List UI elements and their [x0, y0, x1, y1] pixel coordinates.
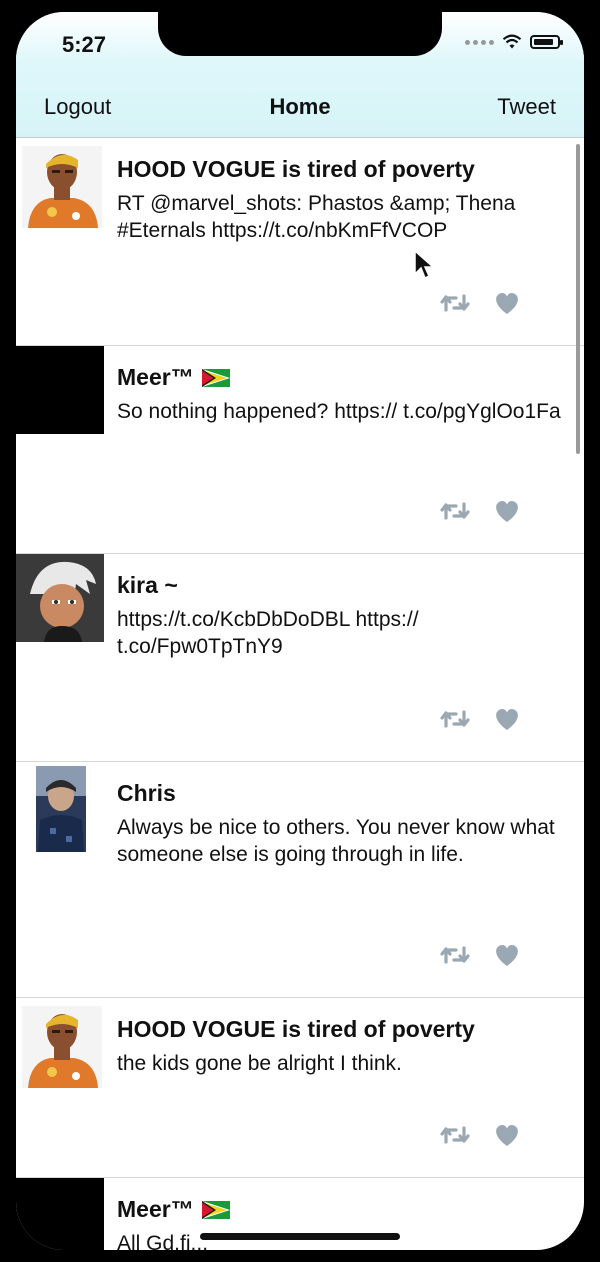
tweet-author-name: Meer™	[117, 364, 230, 391]
guyana-flag-icon	[201, 1200, 230, 1219]
tweet-text: Always be nice to others. You never know…	[117, 816, 555, 866]
cartoon-avatar-icon[interactable]	[22, 146, 102, 228]
retweet-icon[interactable]	[440, 1122, 470, 1148]
tweet-text: So nothing happened? https:// t.co/pgYgl…	[117, 400, 561, 423]
tweet-actions	[440, 1122, 522, 1148]
tweet-text: the kids gone be alright I think.	[117, 1052, 402, 1075]
tweet-author-name: Chris	[117, 780, 176, 806]
guyana-flag-icon	[201, 368, 230, 387]
status-icons	[465, 34, 563, 50]
tweet-cell[interactable]: kira ~ https://t.co/KcbDbDoDBL https:// …	[16, 554, 584, 762]
phone-frame: 5:27 Logout Home Tweet HOOD VOGUE is tir…	[0, 0, 600, 1262]
tweet-actions	[440, 498, 522, 524]
wifi-icon	[502, 34, 522, 49]
tweet-text: RT @marvel_shots: Phastos &amp; Thena #E…	[117, 192, 516, 242]
retweet-icon[interactable]	[440, 498, 470, 524]
retweet-icon[interactable]	[440, 290, 470, 316]
battery-icon	[530, 35, 563, 49]
tweet-button[interactable]: Tweet	[497, 94, 556, 120]
tweet-cell[interactable]: Chris Always be nice to others. You neve…	[16, 762, 584, 998]
retweet-icon[interactable]	[440, 942, 470, 968]
black-square-avatar-icon[interactable]	[16, 346, 104, 434]
screen: 5:27 Logout Home Tweet HOOD VOGUE is tir…	[16, 12, 584, 1250]
notch	[158, 12, 442, 56]
tweet-feed[interactable]: HOOD VOGUE is tired of poverty RT @marve…	[16, 138, 584, 1250]
tweet-actions	[440, 706, 522, 732]
tweet-author-name: HOOD VOGUE is tired of poverty	[117, 1016, 475, 1042]
status-time: 5:27	[62, 32, 107, 57]
cartoon-ghost-avatar-icon[interactable]	[16, 554, 104, 642]
tweet-cell[interactable]: Meer™ So nothing happened? https:// t.co…	[16, 346, 584, 554]
photo-avatar-icon[interactable]	[36, 766, 86, 852]
signal-icon	[465, 39, 494, 45]
heart-icon[interactable]	[492, 942, 522, 968]
heart-icon[interactable]	[492, 706, 522, 732]
mouse-cursor-icon	[414, 250, 434, 280]
tweet-author-name: kira ~	[117, 572, 178, 598]
scrollbar[interactable]	[576, 144, 580, 454]
heart-icon[interactable]	[492, 290, 522, 316]
cartoon-avatar-icon[interactable]	[22, 1006, 102, 1088]
tweet-author-name: Meer™	[117, 1196, 230, 1223]
heart-icon[interactable]	[492, 1122, 522, 1148]
battery-fill	[534, 39, 553, 45]
tweet-cell[interactable]: HOOD VOGUE is tired of poverty the kids …	[16, 998, 584, 1178]
home-indicator[interactable]	[200, 1233, 400, 1240]
black-square-avatar-icon[interactable]	[16, 1178, 104, 1250]
heart-icon[interactable]	[492, 498, 522, 524]
tweet-cell[interactable]: HOOD VOGUE is tired of poverty RT @marve…	[16, 138, 584, 346]
tweet-text: https://t.co/KcbDbDoDBL https:// t.co/Fp…	[117, 608, 419, 658]
retweet-icon[interactable]	[440, 706, 470, 732]
tweet-actions	[440, 290, 522, 316]
tweet-actions	[440, 942, 522, 968]
tweet-author-name: HOOD VOGUE is tired of poverty	[117, 156, 475, 182]
